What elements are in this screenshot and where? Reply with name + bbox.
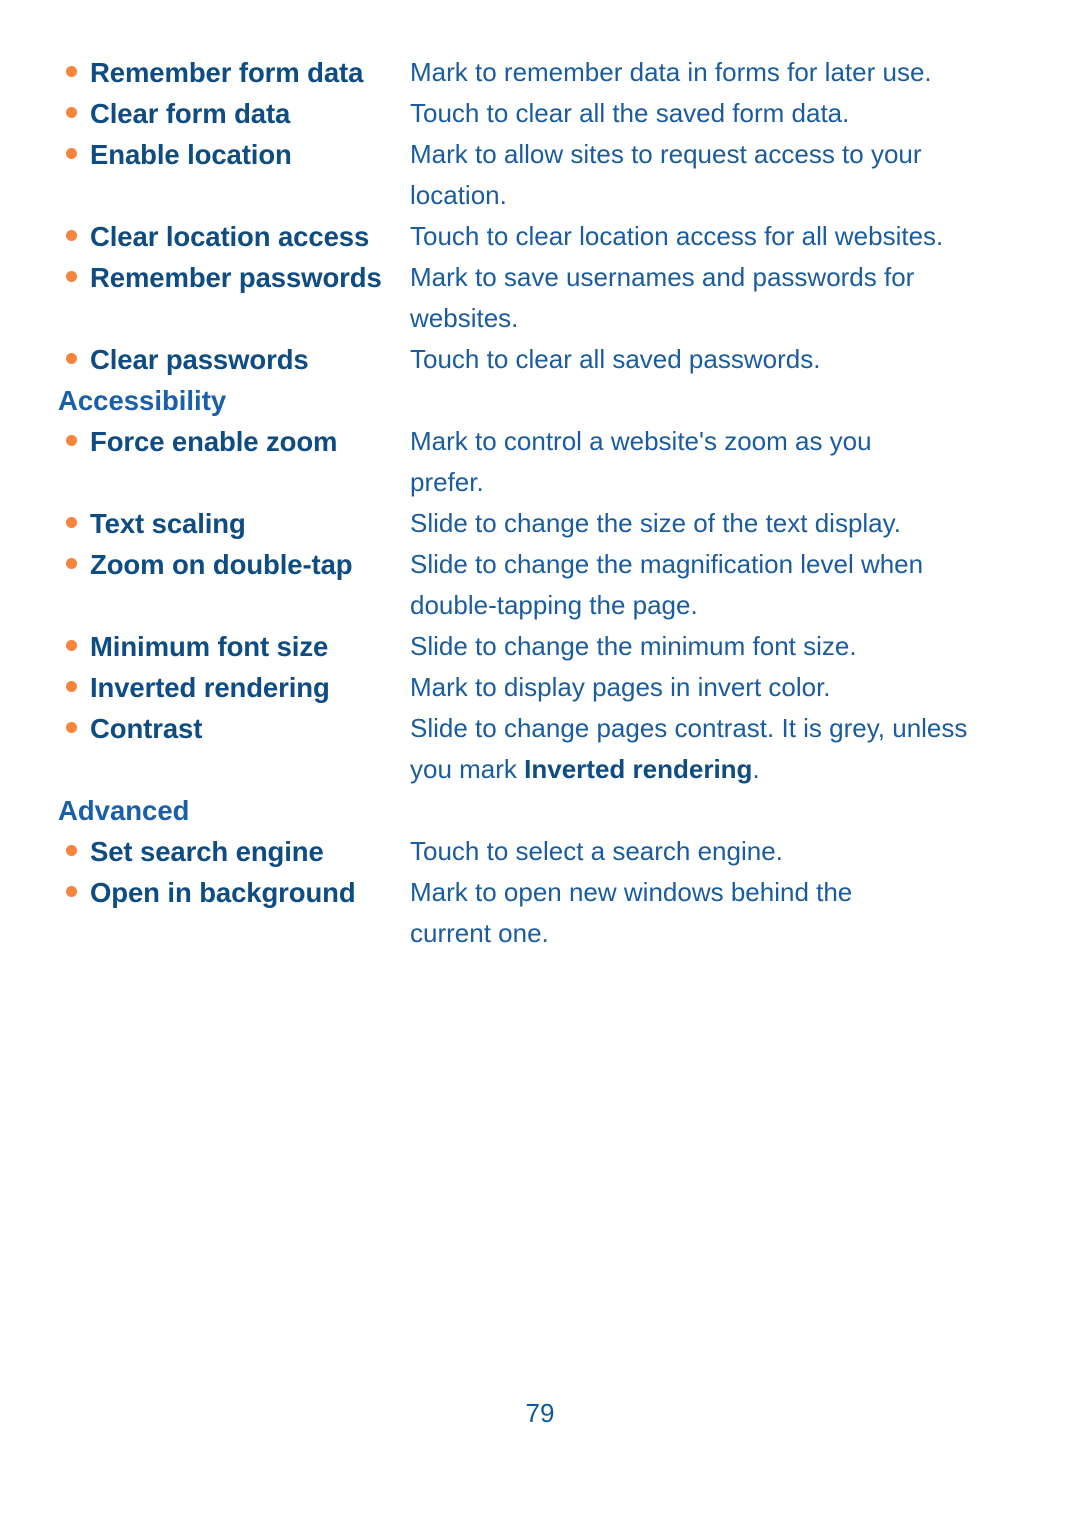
entry-description: Touch to clear location access for all w… (410, 216, 1022, 257)
settings-entry-row: Force enable zoom Mark to control a webs… (58, 421, 1022, 503)
entry-term-cell: Zoom on double-tap (58, 544, 410, 585)
settings-entry-row: Remember passwords Mark to save username… (58, 257, 1022, 339)
entry-description: Mark to allow sites to request access to… (410, 134, 1022, 216)
description-line: Touch to clear location access for all w… (410, 221, 944, 251)
entry-term: Remember passwords (90, 262, 382, 293)
bullet-icon (66, 271, 77, 282)
entry-description: Mark to control a website's zoom as you … (410, 421, 1022, 503)
bullet-icon (66, 230, 77, 241)
entry-description: Touch to clear all saved passwords. (410, 339, 1022, 380)
manual-page: Remember form data Mark to remember data… (0, 0, 1080, 1535)
entry-term: Enable location (90, 139, 292, 170)
description-line: Slide to change the magnification level … (410, 549, 924, 579)
entry-description: Mark to display pages in invert color. (410, 667, 1022, 708)
section-heading-advanced: Advanced (58, 795, 190, 826)
entry-term-cell: Remember passwords (58, 257, 410, 298)
settings-entry-row: Enable location Mark to allow sites to r… (58, 134, 1022, 216)
bullet-icon (66, 845, 77, 856)
description-line: websites. (410, 303, 519, 333)
settings-entry-row: Remember form data Mark to remember data… (58, 52, 1022, 93)
bullet-icon (66, 435, 77, 446)
bullet-icon (66, 517, 77, 528)
settings-entry-row: Contrast Slide to change pages contrast.… (58, 708, 1022, 790)
bullet-icon (66, 886, 77, 897)
settings-entry-row: Set search engine Touch to select a sear… (58, 831, 1022, 872)
description-line: Slide to change the minimum font size. (410, 631, 857, 661)
entry-description: Slide to change the size of the text dis… (410, 503, 1022, 544)
description-line: Mark to display pages in invert color. (410, 672, 831, 702)
entry-term: Set search engine (90, 836, 324, 867)
description-line: Mark to remember data in forms for later… (410, 57, 932, 87)
description-line: Mark to allow sites to request access to… (410, 139, 922, 169)
settings-entry-row: Inverted rendering Mark to display pages… (58, 667, 1022, 708)
entry-term: Zoom on double-tap (90, 549, 353, 580)
description-line-rich: you mark Inverted rendering. (410, 754, 760, 784)
settings-entry-row: Text scaling Slide to change the size of… (58, 503, 1022, 544)
settings-entry-row: Zoom on double-tap Slide to change the m… (58, 544, 1022, 626)
bullet-icon (66, 558, 77, 569)
entry-description: Touch to select a search engine. (410, 831, 1022, 872)
description-line: current one. (410, 918, 549, 948)
entry-term: Clear passwords (90, 344, 309, 375)
description-line: Touch to clear all the saved form data. (410, 98, 850, 128)
description-line: Mark to open new windows behind the (410, 877, 853, 907)
description-line: Mark to save usernames and passwords for (410, 262, 915, 292)
bullet-icon (66, 722, 77, 733)
bullet-icon (66, 148, 77, 159)
entry-term: Remember form data (90, 57, 364, 88)
entry-description: Slide to change the magnification level … (410, 544, 1022, 626)
entry-description: Touch to clear all the saved form data. (410, 93, 1022, 134)
entry-term-cell: Minimum font size (58, 626, 410, 667)
entry-term: Clear form data (90, 98, 291, 129)
description-line: Slide to change pages contrast. It is gr… (410, 713, 968, 743)
entry-term-cell: Enable location (58, 134, 410, 175)
settings-entry-row: Open in background Mark to open new wind… (58, 872, 1022, 954)
entry-description: Mark to open new windows behind the curr… (410, 872, 1022, 954)
page-number: 79 (525, 1398, 555, 1428)
description-line: location. (410, 180, 507, 210)
entry-term-cell: Contrast (58, 708, 410, 749)
entry-description: Mark to save usernames and passwords for… (410, 257, 1022, 339)
section-heading-accessibility: Accessibility (58, 385, 227, 416)
bullet-icon (66, 640, 77, 651)
entry-term: Inverted rendering (90, 672, 330, 703)
entry-term: Minimum font size (90, 631, 329, 662)
entry-term: Text scaling (90, 508, 246, 539)
entry-term-cell: Clear form data (58, 93, 410, 134)
description-line: double-tapping the page. (410, 590, 698, 620)
bullet-icon (66, 66, 77, 77)
description-line: Mark to control a website's zoom as you (410, 426, 872, 456)
inline-bold-term: Inverted rendering (524, 754, 753, 784)
settings-entry-row: Clear location access Touch to clear loc… (58, 216, 1022, 257)
entry-description: Slide to change pages contrast. It is gr… (410, 708, 1022, 790)
entry-description: Mark to remember data in forms for later… (410, 52, 1022, 93)
bullet-icon (66, 353, 77, 364)
bullet-icon (66, 681, 77, 692)
entry-term-cell: Clear location access (58, 216, 410, 257)
description-line: Touch to clear all saved passwords. (410, 344, 821, 374)
entry-term: Open in background (90, 877, 356, 908)
entry-term: Contrast (90, 713, 203, 744)
bullet-icon (66, 107, 77, 118)
entry-term-cell: Inverted rendering (58, 667, 410, 708)
description-line: Slide to change the size of the text dis… (410, 508, 901, 538)
settings-entry-row: Clear passwords Touch to clear all saved… (58, 339, 1022, 380)
entry-description: Slide to change the minimum font size. (410, 626, 1022, 667)
entry-term: Clear location access (90, 221, 370, 252)
entry-term-cell: Force enable zoom (58, 421, 410, 462)
entry-term-cell: Clear passwords (58, 339, 410, 380)
entry-term-cell: Set search engine (58, 831, 410, 872)
description-line: Touch to select a search engine. (410, 836, 783, 866)
settings-entry-row: Minimum font size Slide to change the mi… (58, 626, 1022, 667)
entry-term-cell: Remember form data (58, 52, 410, 93)
entry-term-cell: Open in background (58, 872, 410, 913)
entry-term-cell: Text scaling (58, 503, 410, 544)
entry-term: Force enable zoom (90, 426, 338, 457)
settings-entry-row: Clear form data Touch to clear all the s… (58, 93, 1022, 134)
description-line: prefer. (410, 467, 484, 497)
